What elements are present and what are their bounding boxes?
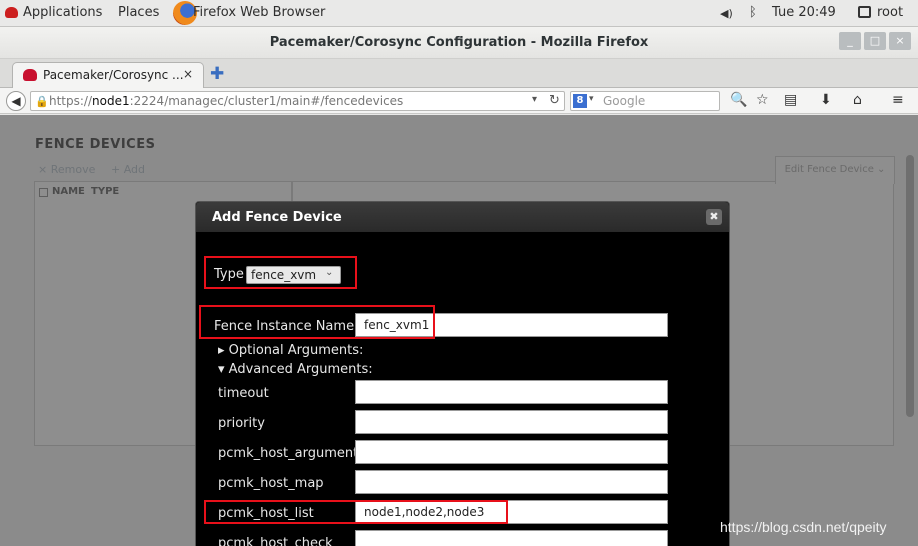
dialog-header: Add Fence Device ✖ (196, 202, 729, 232)
search-placeholder: Google (603, 94, 646, 108)
volume-icon[interactable]: ◀) (720, 7, 733, 20)
home-icon[interactable]: ⌂ (853, 92, 862, 108)
add-link[interactable]: + Add (111, 163, 145, 176)
user-menu-icon[interactable] (858, 6, 871, 18)
watermark-text: https://blog.csdn.net/qpeity (720, 519, 887, 535)
tab-strip: Pacemaker/Corosync ... × ✚ (0, 59, 918, 88)
field-label-timeout: timeout (218, 386, 269, 401)
priority-input[interactable] (355, 410, 668, 434)
column-header-type: TYPE (91, 186, 120, 197)
search-engine-dropdown-icon[interactable]: ▾ (589, 94, 594, 104)
edit-fence-device-button[interactable]: Edit Fence Device ⌄ (775, 156, 895, 184)
favicon-icon (23, 69, 37, 81)
firefox-app-menu[interactable]: Firefox Web Browser (193, 5, 325, 20)
redhat-logo-icon (5, 7, 18, 18)
highlight-type (204, 256, 357, 289)
page-scrollbar[interactable] (906, 155, 914, 417)
places-menu[interactable]: Places (118, 5, 159, 20)
remove-link[interactable]: × Remove (38, 163, 95, 176)
lock-icon: 🔒 (35, 95, 49, 108)
navigation-bar: ◀ 🔒 https://node1:2224/managec/cluster1/… (0, 88, 918, 114)
reload-icon[interactable]: ↻ (549, 93, 560, 108)
back-button[interactable]: ◀ (6, 91, 26, 111)
search-engine-icon[interactable]: 8 (573, 94, 587, 108)
menu-icon[interactable]: ≡ (892, 92, 904, 108)
window-title: Pacemaker/Corosync Configuration - Mozil… (269, 35, 649, 50)
advanced-arguments-toggle[interactable]: ▾ Advanced Arguments: (218, 362, 373, 377)
tab-close-icon[interactable]: × (183, 67, 193, 81)
field-label-priority: priority (218, 416, 265, 431)
fence-devices-title: FENCE DEVICES (35, 137, 156, 152)
bookmark-star-icon[interactable]: ☆ (756, 92, 769, 108)
applications-menu[interactable]: Applications (23, 5, 102, 20)
close-window-button[interactable]: × (889, 32, 911, 50)
highlight-pcmk-host-list (204, 500, 508, 524)
clock[interactable]: Tue 20:49 (772, 5, 836, 20)
pcmk-host-check-input[interactable] (355, 530, 668, 546)
user-menu[interactable]: root (877, 5, 903, 20)
field-label-pcmk-host-map: pcmk_host_map (218, 476, 324, 491)
url-bar[interactable]: 🔒 https://node1:2224/managec/cluster1/ma… (30, 91, 565, 111)
dialog-title: Add Fence Device (212, 210, 342, 225)
page-content: FENCE DEVICES × Remove + Add NAME TYPE E… (0, 115, 918, 546)
gnome-top-bar: Applications Places Firefox Web Browser … (0, 0, 918, 27)
downloads-icon[interactable]: ⬇ (820, 92, 832, 108)
add-fence-device-dialog: Add Fence Device ✖ Type fence_xvm ⌄ Fenc… (195, 201, 730, 546)
optional-arguments-toggle[interactable]: ▸ Optional Arguments: (218, 343, 363, 358)
maximize-button[interactable]: □ (864, 32, 886, 50)
field-label-pcmk-host-check: pcmk_host_check (218, 536, 333, 546)
dialog-close-icon[interactable]: ✖ (706, 209, 722, 225)
bluetooth-icon[interactable]: ᛒ (749, 5, 757, 20)
pcmk-host-argument-input[interactable] (355, 440, 668, 464)
tab-label: Pacemaker/Corosync ... (43, 68, 184, 82)
pcmk-host-map-input[interactable] (355, 470, 668, 494)
highlight-instance-name (199, 305, 435, 339)
browser-tab[interactable]: Pacemaker/Corosync ... × (12, 62, 204, 88)
column-header-name: NAME (52, 186, 85, 197)
reading-list-icon[interactable]: ▤ (784, 92, 797, 108)
window-title-bar: Pacemaker/Corosync Configuration - Mozil… (0, 27, 918, 59)
new-tab-button[interactable]: ✚ (210, 64, 224, 84)
timeout-input[interactable] (355, 380, 668, 404)
url-text[interactable]: https://node1:2224/managec/cluster1/main… (49, 94, 403, 108)
field-label-pcmk-host-argument: pcmk_host_argument (218, 446, 359, 461)
search-icon[interactable]: 🔍 (730, 92, 747, 108)
minimize-button[interactable]: _ (839, 32, 861, 50)
search-bar[interactable]: 8 ▾ Google (570, 91, 720, 111)
select-all-checkbox[interactable] (39, 188, 48, 197)
url-history-dropdown-icon[interactable]: ▾ (532, 94, 537, 105)
